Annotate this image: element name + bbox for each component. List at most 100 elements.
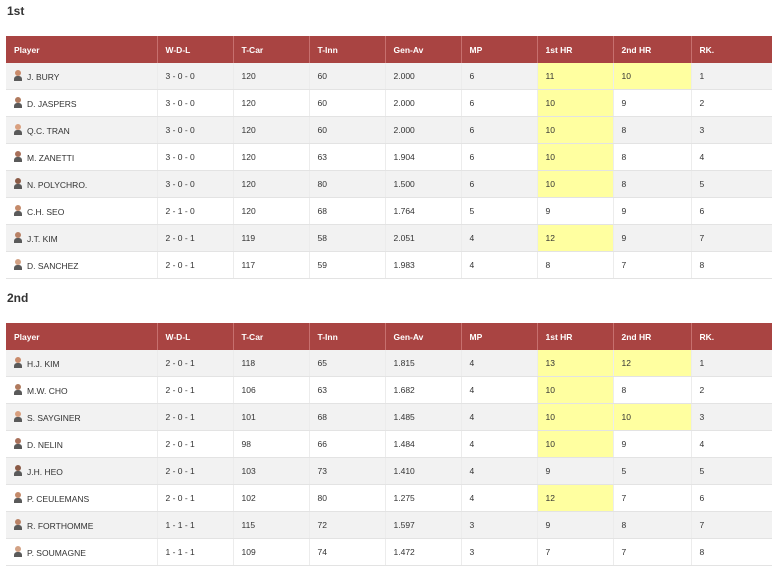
- first-hr-cell: 12: [537, 224, 614, 252]
- wdl-cell: 2 - 1 - 0: [157, 197, 234, 225]
- player-avatar-icon: [14, 384, 22, 396]
- mp-cell: 4: [461, 224, 538, 252]
- t-inn-cell: 63: [309, 143, 386, 171]
- t-car-cell: 120: [233, 197, 310, 225]
- gen-av-cell: 1.815: [385, 350, 462, 377]
- mp-cell: 6: [461, 170, 538, 198]
- first-hr-cell: 9: [537, 511, 614, 539]
- t-car-cell: 109: [233, 538, 310, 566]
- column-header: Player: [6, 36, 158, 63]
- t-car-cell: 120: [233, 89, 310, 117]
- rank-cell: 6: [691, 484, 772, 512]
- player-name: J.H. HEO: [27, 466, 63, 477]
- t-car-cell: 115: [233, 511, 310, 539]
- t-car-cell: 120: [233, 143, 310, 171]
- t-car-cell: 120: [233, 63, 310, 90]
- player-avatar-icon: [14, 232, 22, 244]
- wdl-cell: 2 - 0 - 1: [157, 403, 234, 431]
- column-header: T-Inn: [309, 323, 386, 350]
- t-inn-cell: 65: [309, 350, 386, 377]
- mp-cell: 4: [461, 430, 538, 458]
- player-avatar-icon: [14, 357, 22, 369]
- second-hr-cell: 5: [613, 457, 692, 485]
- mp-cell: 4: [461, 403, 538, 431]
- mp-cell: 3: [461, 511, 538, 539]
- t-car-cell: 120: [233, 170, 310, 198]
- player-avatar-icon: [14, 411, 22, 423]
- player-cell: H.J. KIM: [6, 350, 158, 377]
- column-header: Player: [6, 323, 158, 350]
- t-inn-cell: 72: [309, 511, 386, 539]
- column-header: Gen-Av: [385, 323, 462, 350]
- gen-av-cell: 1.682: [385, 376, 462, 404]
- player-name: J. BURY: [27, 71, 60, 82]
- column-header: RK.: [691, 323, 772, 350]
- t-inn-cell: 80: [309, 484, 386, 512]
- second-hr-cell: 8: [613, 170, 692, 198]
- second-hr-cell: 9: [613, 89, 692, 117]
- gen-av-cell: 1.485: [385, 403, 462, 431]
- player-cell: P. SOUMAGNE: [6, 538, 158, 566]
- table-row: Q.C. TRAN 3 - 0 - 0 120 60 2.000 6 10 8 3: [6, 116, 772, 144]
- t-car-cell: 120: [233, 116, 310, 144]
- mp-cell: 6: [461, 63, 538, 90]
- gen-av-cell: 1.983: [385, 251, 462, 279]
- results-table-2nd: Player W-D-L T-Car T-Inn Gen-Av MP 1st HR 2nd H…: [6, 323, 772, 566]
- gen-av-cell: 1.904: [385, 143, 462, 171]
- player-cell: R. FORTHOMME: [6, 511, 158, 539]
- column-header: 1st HR: [537, 323, 614, 350]
- first-hr-cell: 10: [537, 143, 614, 171]
- section-title-1st: 1st: [7, 4, 25, 18]
- wdl-cell: 2 - 0 - 1: [157, 251, 234, 279]
- player-avatar-icon: [14, 70, 22, 82]
- column-header: 2nd HR: [613, 36, 692, 63]
- t-inn-cell: 63: [309, 376, 386, 404]
- player-cell: D. NELIN: [6, 430, 158, 458]
- player-avatar-icon: [14, 205, 22, 217]
- mp-cell: 5: [461, 197, 538, 225]
- gen-av-cell: 2.051: [385, 224, 462, 252]
- player-name: N. POLYCHRO.: [27, 179, 88, 190]
- player-name: M. ZANETTI: [27, 152, 75, 163]
- first-hr-cell: 9: [537, 457, 614, 485]
- player-name: R. FORTHOMME: [27, 520, 94, 531]
- first-hr-cell: 10: [537, 116, 614, 144]
- player-avatar-icon: [14, 519, 22, 531]
- table-row: P. CEULEMANS 2 - 0 - 1 102 80 1.275 4 12 7 6: [6, 484, 772, 512]
- mp-cell: 4: [461, 350, 538, 377]
- mp-cell: 4: [461, 376, 538, 404]
- rank-cell: 4: [691, 430, 772, 458]
- player-name: C.H. SEO: [27, 206, 65, 217]
- player-cell: N. POLYCHRO.: [6, 170, 158, 198]
- rank-cell: 7: [691, 224, 772, 252]
- table-row: N. POLYCHRO. 3 - 0 - 0 120 80 1.500 6 10 8 5: [6, 170, 772, 198]
- section-title-2nd: 2nd: [7, 291, 29, 305]
- t-inn-cell: 66: [309, 430, 386, 458]
- gen-av-cell: 1.764: [385, 197, 462, 225]
- first-hr-cell: 11: [537, 63, 614, 90]
- mp-cell: 3: [461, 538, 538, 566]
- second-hr-cell: 8: [613, 511, 692, 539]
- player-name: D. NELIN: [27, 439, 63, 450]
- t-car-cell: 117: [233, 251, 310, 279]
- second-hr-cell: 12: [613, 350, 692, 377]
- t-inn-cell: 60: [309, 89, 386, 117]
- player-avatar-icon: [14, 178, 22, 190]
- t-car-cell: 98: [233, 430, 310, 458]
- column-header: Gen-Av: [385, 36, 462, 63]
- table-row: J.T. KIM 2 - 0 - 1 119 58 2.051 4 12 9 7: [6, 224, 772, 252]
- second-hr-cell: 8: [613, 376, 692, 404]
- second-hr-cell: 9: [613, 224, 692, 252]
- column-header: 1st HR: [537, 36, 614, 63]
- mp-cell: 4: [461, 457, 538, 485]
- table-row: R. FORTHOMME 1 - 1 - 1 115 72 1.597 3 9 8 7: [6, 511, 772, 539]
- table-row: S. SAYGINER 2 - 0 - 1 101 68 1.485 4 10 10 3: [6, 403, 772, 431]
- t-car-cell: 101: [233, 403, 310, 431]
- wdl-cell: 2 - 0 - 1: [157, 350, 234, 377]
- rank-cell: 7: [691, 511, 772, 539]
- player-avatar-icon: [14, 438, 22, 450]
- second-hr-cell: 7: [613, 538, 692, 566]
- table-row: P. SOUMAGNE 1 - 1 - 1 109 74 1.472 3 7 7 8: [6, 538, 772, 566]
- first-hr-cell: 10: [537, 89, 614, 117]
- gen-av-cell: 1.275: [385, 484, 462, 512]
